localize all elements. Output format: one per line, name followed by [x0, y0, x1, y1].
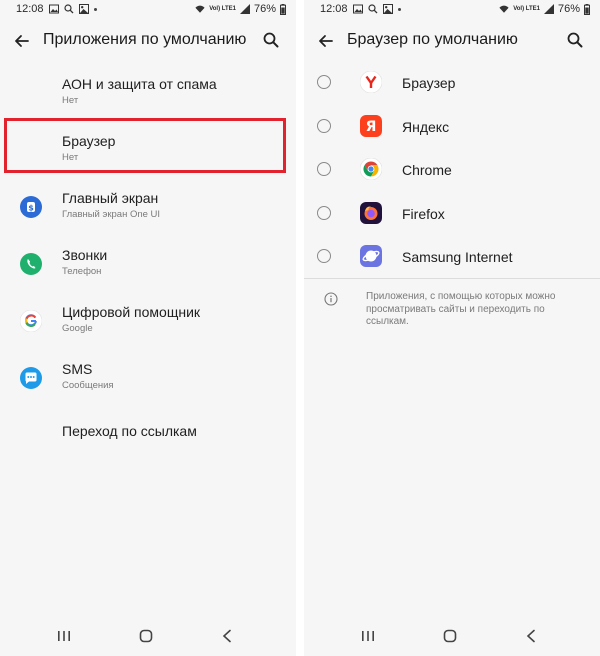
browser-options-list: Браузер Я Яндекс Chrome Firefox Samsung … [304, 61, 600, 279]
gallery-icon [48, 4, 59, 14]
browser-option-firefox[interactable]: Firefox [304, 192, 600, 236]
wifi-icon [195, 5, 205, 13]
search-icon[interactable] [566, 31, 584, 49]
chrome-icon [360, 158, 382, 180]
app-bar: Браузер по умолчанию [304, 22, 600, 60]
app-bar: Приложения по умолчанию [0, 22, 296, 60]
svg-text:$: $ [28, 204, 34, 213]
phone-icon [20, 253, 42, 275]
page-title: Приложения по умолчанию [43, 31, 247, 48]
back-nav-icon[interactable] [525, 629, 537, 643]
divider [304, 278, 600, 279]
search-status-icon [367, 4, 377, 14]
recent-apps-icon[interactable] [361, 630, 375, 642]
search-icon[interactable] [262, 31, 280, 49]
item-title: Переход по ссылкам [62, 423, 197, 439]
network-indicator: Vol) LTE1 [209, 6, 236, 12]
list-item-calls[interactable]: Звонки Телефон [0, 235, 296, 292]
item-title: Главный экран [62, 190, 159, 206]
status-bar: 12:08 Vol) LTE1 76% [0, 0, 296, 20]
home-icon[interactable] [443, 629, 457, 643]
item-title: Цифровой помощник [62, 304, 201, 320]
yandex-icon: Я [360, 114, 382, 137]
samsung-home-icon: $ [20, 196, 42, 218]
recent-apps-icon[interactable] [57, 630, 71, 642]
browser-option-label: Samsung Internet [402, 249, 513, 265]
battery-icon [280, 3, 286, 15]
item-subtitle: Телефон [62, 266, 102, 277]
browser-option-label: Яндекс [402, 118, 450, 135]
item-title: Звонки [62, 247, 108, 263]
item-subtitle: Главный экран One UI [62, 209, 161, 220]
battery-percent: 76% [253, 3, 276, 15]
firefox-icon [360, 201, 382, 224]
network-indicator: Vol) LTE1 [513, 6, 540, 12]
browser-option-label: Браузер [402, 75, 456, 91]
image-status-icon [382, 4, 393, 14]
browser-highlight-frame [4, 118, 286, 173]
signal-icon [543, 4, 554, 14]
notification-dot [397, 7, 401, 11]
info-icon [324, 292, 338, 306]
item-subtitle: Сообщения [62, 380, 114, 391]
image-status-icon [78, 4, 89, 14]
browser-option-samsung-internet[interactable]: Samsung Internet [304, 235, 600, 279]
list-item-sms[interactable]: SMS Сообщения [0, 349, 296, 406]
samsung-internet-icon [360, 245, 382, 267]
list-item-open-links[interactable]: Переход по ссылкам [0, 406, 296, 463]
status-time: 12:08 [16, 3, 44, 15]
radio-button[interactable] [317, 162, 331, 176]
browser-option-yandex-browser[interactable]: Браузер [304, 61, 600, 105]
google-icon [20, 310, 42, 332]
default-apps-screen: 12:08 Vol) LTE1 76% Приложения по умолча… [0, 0, 296, 656]
gallery-icon [352, 4, 363, 14]
info-description: Приложения, с помощью которых можно прос… [366, 291, 556, 327]
status-bar: 12:08 Vol) LTE1 76% [304, 0, 600, 20]
signal-icon [239, 4, 250, 14]
svg-text:Я: Я [366, 119, 377, 135]
default-browser-screen: 12:08 Vol) LTE1 76% Браузер по умолчанию… [304, 0, 600, 656]
radio-button[interactable] [317, 205, 331, 220]
navigation-bar [0, 618, 296, 656]
radio-button[interactable] [317, 75, 331, 89]
radio-button[interactable] [317, 249, 331, 263]
back-arrow-icon[interactable] [12, 31, 32, 51]
browser-option-label: Chrome [402, 162, 452, 178]
browser-option-yandex[interactable]: Я Яндекс [304, 105, 600, 149]
back-arrow-icon[interactable] [316, 31, 336, 51]
status-time: 12:08 [320, 3, 348, 15]
list-item-home-screen[interactable]: $ Главный экран Главный экран One UI [0, 178, 296, 235]
browser-option-chrome[interactable]: Chrome [304, 148, 600, 192]
list-item-assistant[interactable]: Цифровой помощник Google [0, 292, 296, 349]
battery-percent: 76% [557, 3, 580, 15]
radio-button[interactable] [317, 118, 331, 133]
search-status-icon [63, 4, 73, 14]
page-title: Браузер по умолчанию [347, 31, 518, 48]
notification-dot [93, 7, 97, 11]
yandex-browser-icon [360, 71, 382, 93]
navigation-bar [304, 618, 600, 656]
messages-icon [20, 367, 42, 389]
back-nav-icon[interactable] [221, 629, 233, 643]
item-subtitle: Google [62, 323, 93, 334]
item-subtitle: Нет [62, 95, 79, 106]
home-icon[interactable] [139, 629, 153, 643]
list-item-caller-id[interactable]: АОН и защита от спама Нет [0, 64, 296, 121]
wifi-icon [499, 5, 509, 13]
battery-icon [584, 3, 590, 15]
item-title: АОН и защита от спама [62, 76, 217, 92]
browser-option-label: Firefox [402, 205, 445, 222]
item-title: SMS [62, 361, 93, 377]
